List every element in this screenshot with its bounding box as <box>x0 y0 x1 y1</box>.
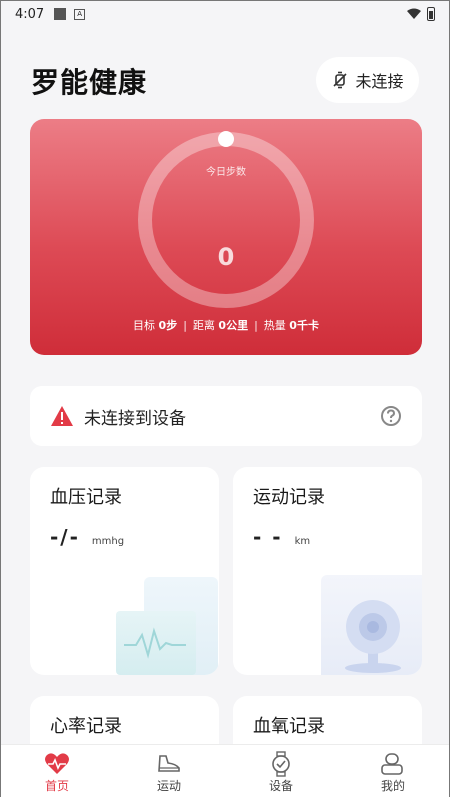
shoe-icon <box>158 755 180 772</box>
speaker-icon <box>345 600 401 673</box>
wifi-icon <box>407 8 421 19</box>
warning-text: 未连接到设备 <box>84 408 186 429</box>
sport-value-row: - - km <box>253 525 310 549</box>
steps-progress-knob <box>218 131 234 147</box>
tab-mine-label: 我的 <box>380 779 405 793</box>
sport-unit: km <box>294 536 311 547</box>
steps-label: 今日步数 <box>206 167 246 178</box>
bp-unit: mmhg <box>91 536 125 547</box>
sport-illustration <box>321 575 422 675</box>
steps-value: 0 <box>217 243 235 271</box>
steps-stats: 目标 0步 | 距离 0公里 | 热量 0千卡 <box>30 317 422 333</box>
distance-stat: 距离 0公里 <box>192 319 249 332</box>
status-bar: 4:07 A <box>1 1 449 27</box>
watch-icon <box>272 751 290 777</box>
sport-title: 运动记录 <box>253 487 325 508</box>
bp-illustration-front <box>116 611 196 675</box>
profile-icon <box>381 753 403 775</box>
calorie-stat: 热量 0千卡 <box>263 319 319 332</box>
stat-separator: | <box>183 318 187 332</box>
tab-sport-label: 运动 <box>156 779 181 793</box>
tab-mine[interactable]: 我的 <box>337 745 449 797</box>
notification-icon <box>54 8 67 20</box>
pulse-wave-icon <box>124 627 186 659</box>
app-title: 罗能健康 <box>31 66 148 99</box>
sport-value: - - <box>253 525 283 549</box>
tab-sport[interactable]: 运动 <box>113 745 225 797</box>
tab-device[interactable]: 设备 <box>225 745 337 797</box>
connect-label: 未连接 <box>355 72 404 91</box>
tab-device-label: 设备 <box>268 779 293 793</box>
tab-home-label: 首页 <box>44 779 69 793</box>
warning-icon <box>51 406 73 426</box>
bottom-tab-bar: 首页 运动 设备 我的 <box>1 744 449 797</box>
device-warning-banner[interactable]: 未连接到设备 <box>30 386 422 446</box>
spo-title: 血氧记录 <box>253 716 325 737</box>
status-time: 4:07 <box>15 6 45 22</box>
bp-title: 血压记录 <box>50 487 122 508</box>
bp-value-row: -/- mmhg <box>50 525 124 549</box>
blood-pressure-card[interactable]: 血压记录 -/- mmhg <box>30 467 219 675</box>
stat-separator: | <box>254 318 258 332</box>
bp-value: -/- <box>50 525 80 549</box>
hr-title: 心率记录 <box>50 716 122 737</box>
heart-icon <box>45 753 69 774</box>
target-stat: 目标 0步 <box>133 319 178 332</box>
notification-a-icon: A <box>74 8 86 20</box>
connect-button[interactable]: 未连接 <box>316 57 419 103</box>
battery-icon <box>427 7 435 21</box>
help-icon[interactable] <box>380 405 402 427</box>
steps-card[interactable]: 今日步数 0 目标 0步 | 距离 0公里 | 热量 0千卡 <box>30 119 422 355</box>
sport-card[interactable]: 运动记录 - - km <box>233 467 422 675</box>
watch-disconnected-icon <box>333 71 348 89</box>
tab-home[interactable]: 首页 <box>1 745 113 797</box>
